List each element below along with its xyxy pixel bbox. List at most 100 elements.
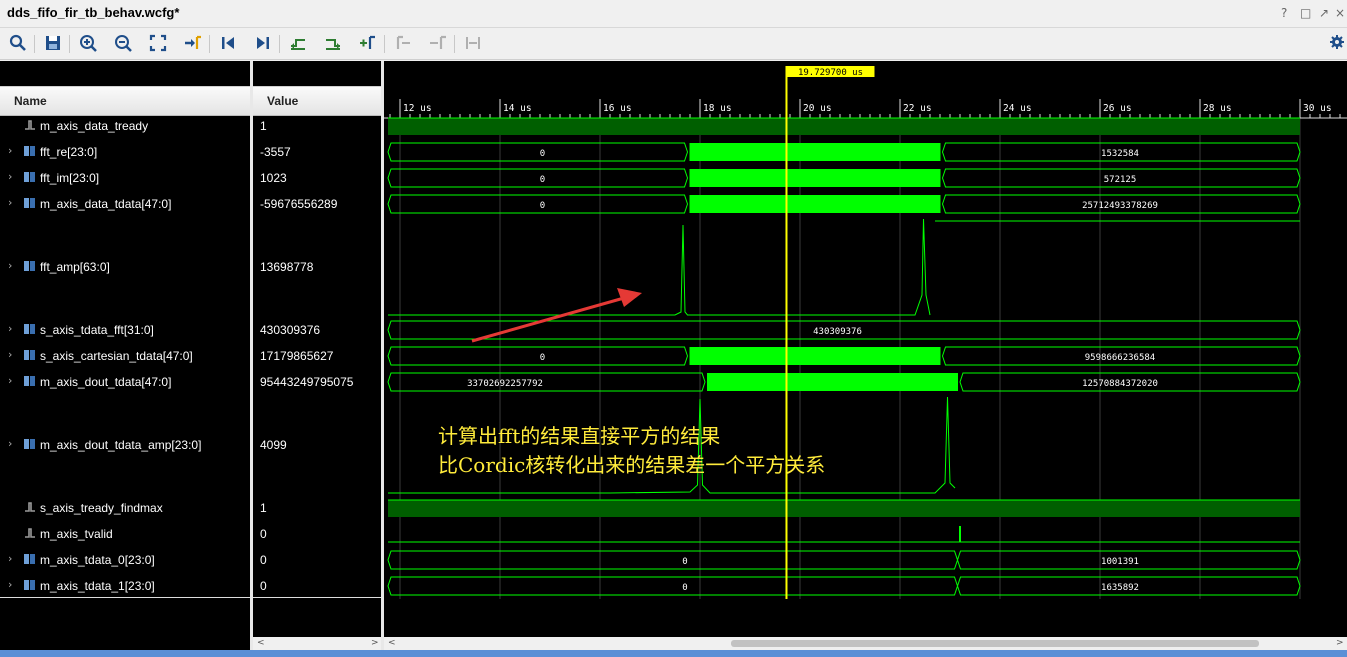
bus-value-label: 12570884372020: [1082, 379, 1158, 389]
signal-row[interactable]: › s_axis_cartesian_tdata[47:0]: [0, 343, 250, 369]
signal-value: -59676556289: [260, 197, 338, 211]
previous-marker-icon[interactable]: [392, 32, 414, 54]
next-marker-icon[interactable]: [427, 32, 449, 54]
zoom-in-icon[interactable]: [77, 32, 99, 54]
bit-signal-icon: [25, 120, 35, 130]
signal-value: 13698778: [260, 260, 314, 274]
waveform-canvas[interactable]: 12 us 14 us 16 us 18 us 20 us 22 us 24 us 26 us…: [384, 61, 1347, 637]
scroll-right-arrow[interactable]: >: [371, 638, 379, 648]
signal-row[interactable]: › m_axis_dout_tdata[47:0]: [0, 369, 250, 395]
bus-busy-region: [689, 347, 941, 365]
expand-chevron-icon[interactable]: ›: [8, 322, 12, 335]
status-strip: [0, 650, 1347, 657]
bit-signal-icon: [25, 528, 35, 538]
swap-cursors-icon[interactable]: [462, 32, 484, 54]
bit-high-fill: [388, 500, 1300, 517]
window-title: dds_fifo_fir_tb_behav.wcfg*: [7, 5, 180, 20]
bus-value-label: 430309376: [813, 327, 862, 337]
bus-value-label: 33702692257792: [467, 379, 543, 389]
signal-value: 1: [260, 501, 267, 515]
signal-row[interactable]: › m_axis_tdata_1[23:0]: [0, 573, 250, 599]
expand-chevron-icon[interactable]: ›: [8, 144, 12, 157]
bit-high-fill: [388, 118, 1300, 135]
expand-chevron-icon[interactable]: ›: [8, 348, 12, 361]
zoom-fit-icon[interactable]: [147, 32, 169, 54]
scroll-left-arrow[interactable]: <: [257, 638, 265, 648]
signal-row[interactable]: › s_axis_tdata_fft[31:0]: [0, 317, 250, 343]
bus-value-label: 0: [682, 557, 687, 567]
ruler-tick-label: 22 us: [903, 103, 932, 114]
scroll-right-arrow[interactable]: >: [1336, 638, 1344, 648]
bus-signal-icon: [24, 350, 35, 360]
bit-pulse: [959, 526, 961, 542]
bus-signal-icon: [24, 554, 35, 564]
previous-transition-icon[interactable]: [287, 32, 309, 54]
signal-name: m_axis_data_tready: [40, 119, 149, 133]
signal-row[interactable]: s_axis_tready_findmax: [0, 495, 250, 521]
expand-chevron-icon[interactable]: ›: [8, 170, 12, 183]
ruler-tick-label: 20 us: [803, 103, 832, 114]
expand-chevron-icon[interactable]: ›: [8, 578, 12, 591]
signal-row[interactable]: › m_axis_tdata_0[23:0]: [0, 547, 250, 573]
next-transition-icon[interactable]: [322, 32, 344, 54]
scrollbar-thumb[interactable]: [731, 640, 1259, 647]
bus-signal-icon: [24, 580, 35, 590]
signal-row[interactable]: m_axis_data_tready: [0, 113, 250, 139]
signal-name: s_axis_cartesian_tdata[47:0]: [40, 349, 193, 363]
signal-value: 1023: [260, 171, 287, 185]
go-to-cursor-icon[interactable]: [182, 32, 204, 54]
bus-segment: [387, 142, 689, 162]
signal-name: s_axis_tready_findmax: [40, 501, 163, 515]
waveform-panel[interactable]: 12 us 14 us 16 us 18 us 20 us 22 us 24 us 26 us…: [384, 61, 1347, 637]
bit-signal-icon: [25, 502, 35, 512]
bus-value-label: 1001391: [1101, 557, 1139, 567]
restore-button[interactable]: □: [1300, 6, 1311, 20]
expand-chevron-icon[interactable]: ›: [8, 259, 12, 272]
expand-chevron-icon[interactable]: ›: [8, 374, 12, 387]
settings-icon[interactable]: [1329, 33, 1345, 51]
search-icon[interactable]: [7, 32, 29, 54]
ruler-tick-label: 18 us: [703, 103, 732, 114]
help-button[interactable]: ?: [1281, 6, 1287, 20]
expand-chevron-icon[interactable]: ›: [8, 437, 12, 450]
waveform-window: dds_fifo_fir_tb_behav.wcfg* ? □ ↗ × Name…: [0, 0, 1347, 657]
bus-value-label: 0: [540, 149, 545, 159]
signal-row[interactable]: m_axis_tvalid: [0, 521, 250, 547]
name-column-header[interactable]: Name: [0, 86, 250, 116]
go-to-start-icon[interactable]: [217, 32, 239, 54]
ruler-tick-label: 28 us: [1203, 103, 1232, 114]
list-end-divider: [0, 597, 250, 598]
expand-chevron-icon[interactable]: ›: [8, 196, 12, 209]
signal-row[interactable]: › m_axis_dout_tdata_amp[23:0]: [0, 432, 250, 458]
annotation-arrow-line: [471, 296, 625, 343]
add-marker-icon[interactable]: [357, 32, 379, 54]
close-button[interactable]: ×: [1335, 6, 1345, 20]
signal-row[interactable]: › fft_amp[63:0]: [0, 254, 250, 280]
bus-segment: [387, 346, 689, 366]
expand-chevron-icon[interactable]: ›: [8, 552, 12, 565]
value-scrollbar[interactable]: < >: [253, 637, 381, 650]
ruler-tick-label: 16 us: [603, 103, 632, 114]
go-to-end-icon[interactable]: [252, 32, 274, 54]
ruler-tick-label: 30 us: [1303, 103, 1332, 114]
save-icon[interactable]: [42, 32, 64, 54]
signal-row[interactable]: › m_axis_data_tdata[47:0]: [0, 191, 250, 217]
signal-row[interactable]: › fft_im[23:0]: [0, 165, 250, 191]
bus-busy-region: [689, 143, 941, 161]
signal-value: 0: [260, 579, 267, 593]
bus-segment: [387, 576, 959, 596]
bus-signal-icon: [24, 172, 35, 182]
signal-name: m_axis_dout_tdata[47:0]: [40, 375, 172, 389]
value-column-header[interactable]: Value: [253, 86, 381, 116]
signal-name: m_axis_tdata_0[23:0]: [40, 553, 155, 567]
bus-signal-icon: [24, 439, 35, 449]
ruler-tick-label: 14 us: [503, 103, 532, 114]
float-button[interactable]: ↗: [1319, 6, 1329, 20]
bus-value-label: 0: [682, 583, 687, 593]
scroll-left-arrow[interactable]: <: [388, 638, 396, 648]
signal-name: fft_re[23:0]: [40, 145, 98, 159]
signal-row[interactable]: › fft_re[23:0]: [0, 139, 250, 165]
zoom-out-icon[interactable]: [112, 32, 134, 54]
bus-segment: [387, 168, 689, 188]
bus-segment: [387, 550, 959, 570]
